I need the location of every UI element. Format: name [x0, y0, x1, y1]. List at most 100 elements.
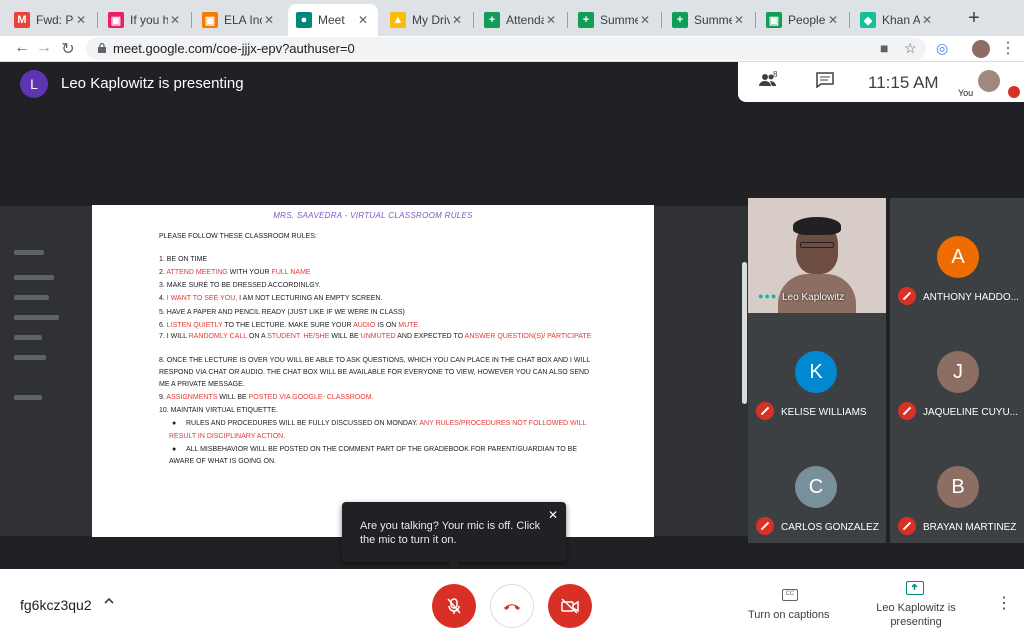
close-tab-icon[interactable]: ✕	[168, 13, 182, 27]
chat-icon[interactable]	[816, 72, 834, 93]
tab-title: Summer F	[694, 13, 732, 27]
tab-separator	[567, 12, 568, 28]
browser-tab-bar: MFwd: Pers✕▣If you hav✕▣ELA Incor✕●Meet✕…	[0, 0, 1024, 36]
captions-icon[interactable]: CC	[782, 589, 798, 601]
participant-name: CARLOS GONZALEZ	[781, 522, 879, 533]
browser-menu-icon[interactable]: ⋮	[1000, 38, 1016, 58]
new-tab-button[interactable]: +	[964, 8, 984, 28]
tab-separator	[473, 12, 474, 28]
browser-tab[interactable]: ● Meet ✕	[288, 4, 378, 36]
camera-toggle-button[interactable]	[548, 584, 592, 628]
participant-avatar: K	[795, 351, 837, 393]
doc-bullet-cont: AWARE OF WHAT IS GOING ON.	[169, 458, 276, 465]
close-tab-icon[interactable]: ✕	[732, 13, 746, 27]
camera-icon[interactable]: ■	[880, 40, 888, 56]
meeting-controls-bar: fg6kcz3qu2 CC Turn on captions Leo Kaplo…	[0, 569, 1024, 640]
doc-bullet-cont: RESULT IN DISCIPLINARY ACTION.	[169, 433, 286, 440]
participant-avatar: B	[937, 466, 979, 508]
tab-title: If you hav	[130, 13, 168, 27]
mic-off-icon	[447, 598, 461, 614]
khan-icon: ◆	[860, 12, 876, 28]
close-tab-icon[interactable]: ✕	[638, 13, 652, 27]
browser-tab[interactable]: + Attendanc✕	[476, 4, 566, 36]
participant-avatar: A	[937, 236, 979, 278]
participant-tile[interactable]: J JAQUELINE CUYU...	[890, 313, 1024, 428]
extension-icon[interactable]: ◎	[936, 40, 948, 57]
close-tab-icon[interactable]: ✕	[826, 13, 840, 27]
omnibox[interactable]: meet.google.com/coe-jjjx-epv?authuser=0 …	[86, 37, 926, 60]
classroom-icon: ▣	[202, 12, 218, 28]
video-feed-glasses	[800, 242, 834, 248]
close-icon[interactable]: ✕	[548, 508, 558, 522]
reload-icon[interactable]: ↻	[58, 39, 78, 59]
classroom-icon: ▣	[108, 12, 124, 28]
mic-toggle-button[interactable]	[432, 584, 476, 628]
shared-document: MRS. SAAVEDRA - VIRTUAL CLASSROOM RULES …	[92, 205, 654, 537]
forward-icon[interactable]: →	[34, 39, 54, 57]
doc-rule: 8. ONCE THE LECTURE IS OVER YOU WILL BE …	[159, 357, 591, 364]
present-screen-icon[interactable]	[906, 581, 924, 595]
participant-tile[interactable]: A ANTHONY HADDO...	[890, 198, 1024, 313]
address-bar: ← → ↻ meet.google.com/coe-jjjx-epv?authu…	[0, 36, 1024, 62]
browser-tab[interactable]: M Fwd: Pers✕	[6, 4, 96, 36]
browser-tab[interactable]: ▣ People in✕	[758, 4, 848, 36]
chevron-up-icon[interactable]	[103, 595, 115, 610]
bg-line	[14, 355, 46, 360]
close-tab-icon[interactable]: ✕	[544, 13, 558, 27]
close-tab-icon[interactable]: ✕	[920, 13, 934, 27]
self-view-label: You	[958, 88, 974, 98]
present-button-label[interactable]: Leo Kaplowitz is presenting	[868, 601, 964, 629]
tab-separator	[849, 12, 850, 28]
doc-rule: RESPOND VIA CHAT OR AUDIO. THE CHAT BOX …	[159, 369, 590, 376]
participant-avatar: C	[795, 466, 837, 508]
bg-line	[14, 295, 49, 300]
profile-avatar[interactable]	[972, 40, 990, 58]
participant-tile[interactable]: ●●● Leo Kaplowitz	[748, 198, 886, 313]
presenting-label: Leo Kaplowitz is presenting	[61, 75, 244, 92]
mic-off-icon	[1008, 86, 1020, 98]
browser-tab[interactable]: ▣ ELA Incor✕	[194, 4, 284, 36]
doc-rule: 5. HAVE A PAPER AND PENCIL READY (JUST L…	[159, 309, 405, 316]
mic-off-icon	[756, 517, 774, 535]
sheets-icon: +	[672, 12, 688, 28]
mic-off-icon	[898, 517, 916, 535]
lock-icon	[98, 43, 106, 53]
back-icon[interactable]: ←	[12, 39, 32, 57]
tab-title: ELA Incor	[224, 13, 262, 27]
camera-off-icon	[561, 598, 579, 614]
tab-title: Fwd: Pers	[36, 13, 74, 27]
participant-name: KELISE WILLIAMS	[781, 407, 867, 418]
bookmark-star-icon[interactable]: ☆	[904, 40, 917, 57]
participant-tile[interactable]: C CARLOS GONZALEZ	[748, 428, 886, 543]
browser-tab[interactable]: ▣ If you hav✕	[100, 4, 190, 36]
scrollbar[interactable]	[742, 262, 747, 404]
toast-message: Are you talking? Your mic is off. Click …	[360, 520, 541, 546]
url-text: meet.google.com/coe-jjjx-epv?authuser=0	[113, 41, 355, 56]
bg-line	[14, 275, 54, 280]
meeting-code[interactable]: fg6kcz3qu2	[20, 597, 92, 613]
captions-button-label[interactable]: Turn on captions	[748, 609, 830, 621]
participant-tile[interactable]: K KELISE WILLIAMS	[748, 313, 886, 428]
close-tab-icon[interactable]: ✕	[450, 13, 464, 27]
bg-line	[14, 395, 42, 400]
self-view-thumbnail[interactable]	[978, 70, 1000, 92]
tab-separator	[661, 12, 662, 28]
browser-tab[interactable]: + Summer F✕	[664, 4, 754, 36]
doc-bullet: ● ALL MISBEHAVIOR WILL BE POSTED ON THE …	[172, 446, 577, 453]
doc-rule: 7. I WILL RANDOMLY CALL ON A STUDENT. HE…	[159, 333, 592, 340]
participant-tile[interactable]: B BRAYAN MARTINEZ	[890, 428, 1024, 543]
browser-tab[interactable]: ◆ Khan Aca✕	[852, 4, 942, 36]
leave-call-button[interactable]	[490, 584, 534, 628]
mic-off-icon	[898, 402, 916, 420]
video-feed-hair	[793, 217, 841, 235]
participant-gallery: ●●● Leo Kaplowitz A ANTHONY HADDO... K K…	[748, 198, 1024, 543]
hang-up-icon	[504, 604, 520, 610]
more-options-icon[interactable]: ⋮	[996, 593, 1012, 613]
drive-icon: ▲	[390, 12, 406, 28]
close-tab-icon[interactable]: ✕	[356, 13, 370, 27]
browser-tab[interactable]: + Summer F✕	[570, 4, 660, 36]
close-tab-icon[interactable]: ✕	[262, 13, 276, 27]
doc-rule: 2. ATTEND MEETING WITH YOUR FULL NAME	[159, 269, 311, 276]
close-tab-icon[interactable]: ✕	[74, 13, 88, 27]
browser-tab[interactable]: ▲ My Drive✕	[382, 4, 472, 36]
